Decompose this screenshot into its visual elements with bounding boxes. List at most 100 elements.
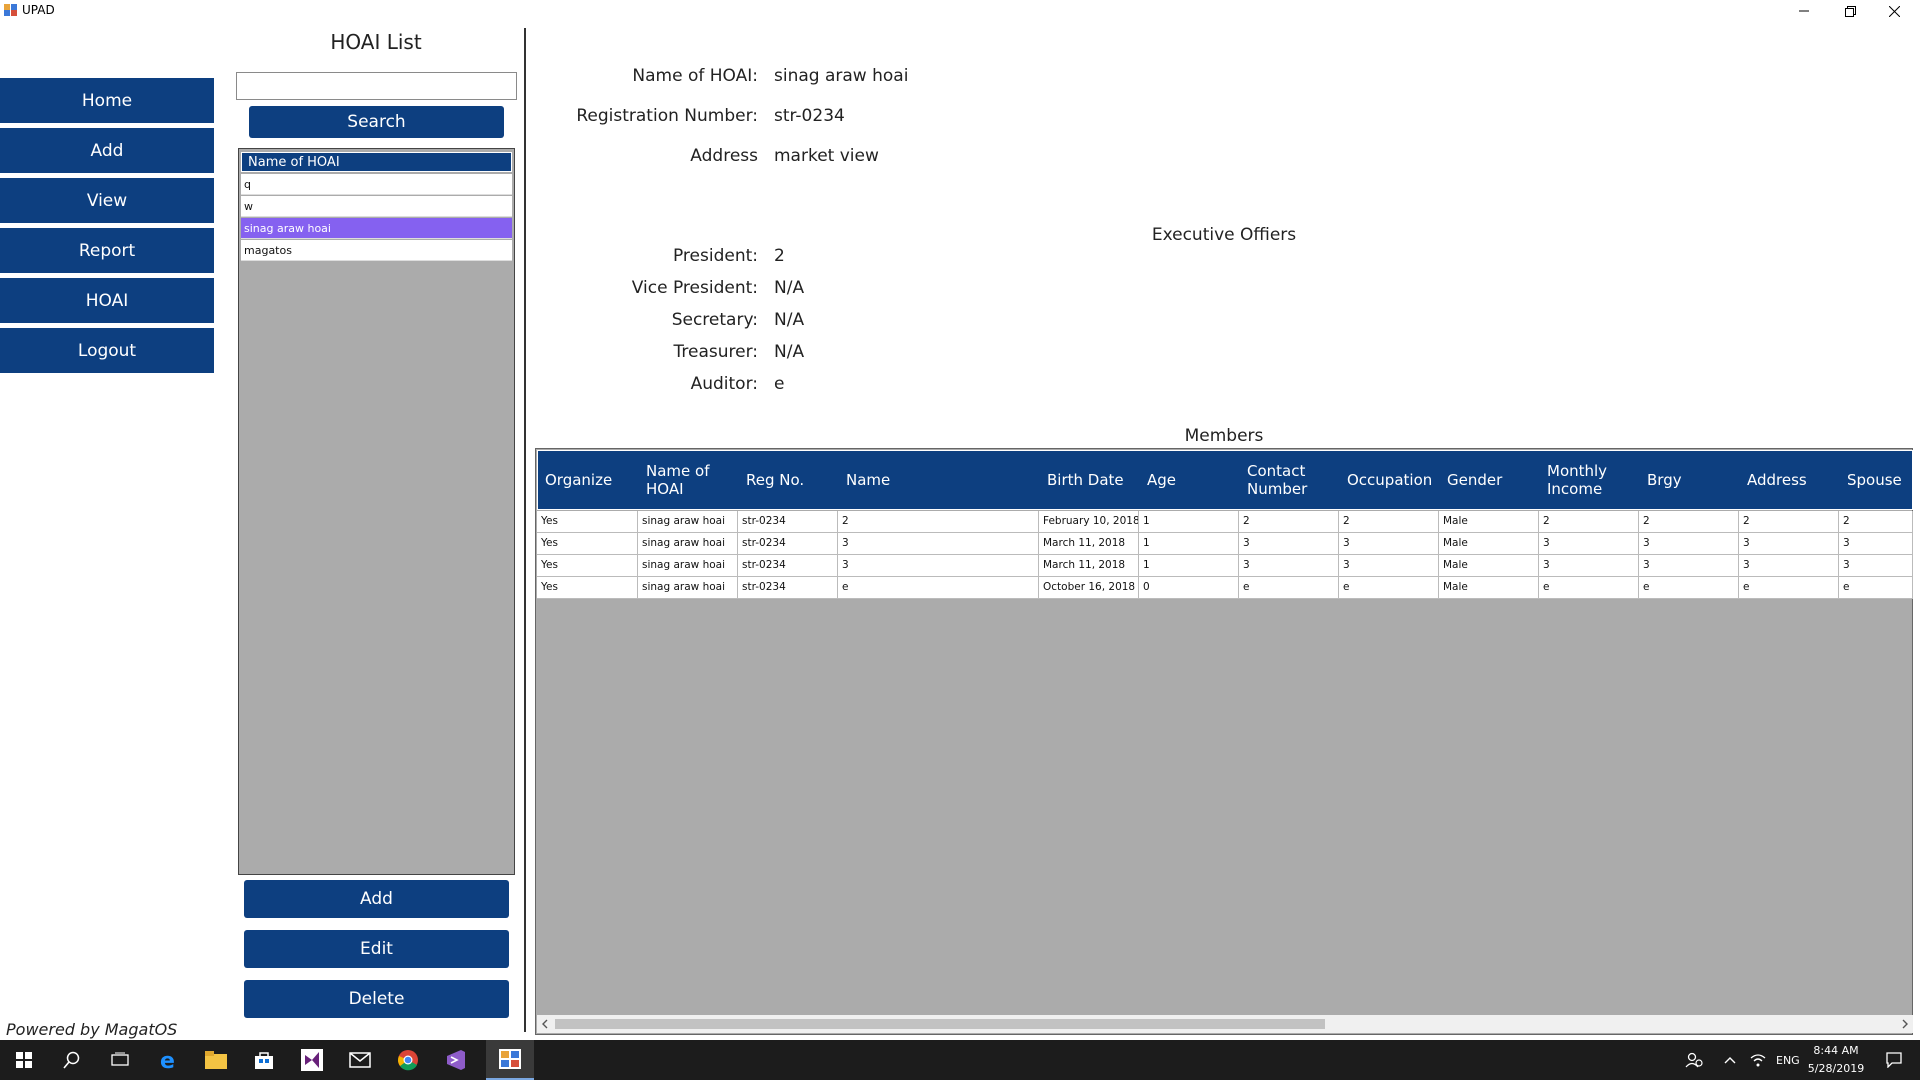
table-cell[interactable]: 2 xyxy=(1739,511,1839,532)
table-cell[interactable]: 3 xyxy=(1739,533,1839,554)
start-button[interactable] xyxy=(0,1040,48,1080)
table-cell[interactable]: 3 xyxy=(1739,555,1839,576)
table-cell[interactable]: 3 xyxy=(1339,555,1439,576)
table-cell[interactable]: 3 xyxy=(1639,533,1739,554)
column-header[interactable]: Contact Number xyxy=(1240,451,1340,509)
table-cell[interactable]: 1 xyxy=(1139,555,1239,576)
search-button[interactable]: Search xyxy=(249,106,504,138)
nav-home-button[interactable]: Home xyxy=(0,78,214,123)
restore-button[interactable] xyxy=(1828,0,1872,22)
table-row[interactable]: Yes sinag araw hoai str-0234 2 February 10, … xyxy=(537,511,1913,533)
table-cell[interactable]: sinag araw hoai xyxy=(638,555,738,576)
store-taskbar-button[interactable] xyxy=(240,1040,288,1080)
edge-taskbar-button[interactable]: e xyxy=(144,1040,192,1080)
nav-logout-button[interactable]: Logout xyxy=(0,328,214,373)
nav-view-button[interactable]: View xyxy=(0,178,214,223)
column-header[interactable]: Reg No. xyxy=(739,451,839,509)
table-cell[interactable]: Yes xyxy=(537,533,638,554)
edit-hoai-button[interactable]: Edit xyxy=(244,930,509,968)
scrollbar-thumb[interactable] xyxy=(555,1019,1325,1029)
horizontal-scrollbar[interactable] xyxy=(537,1015,1913,1033)
table-cell[interactable]: Male xyxy=(1439,577,1539,598)
show-hidden-icons-button[interactable] xyxy=(1716,1040,1744,1080)
table-cell[interactable]: e xyxy=(838,577,1039,598)
table-cell[interactable]: 3 xyxy=(838,555,1039,576)
column-header[interactable]: Occupation xyxy=(1340,451,1440,509)
mail-taskbar-button[interactable] xyxy=(336,1040,384,1080)
people-button[interactable] xyxy=(1672,1040,1716,1080)
visual-studio-taskbar-button[interactable] xyxy=(288,1040,336,1080)
table-cell[interactable]: Yes xyxy=(537,511,638,532)
table-cell[interactable]: str-0234 xyxy=(738,555,838,576)
table-cell[interactable]: Yes xyxy=(537,577,638,598)
task-view-button[interactable] xyxy=(96,1040,144,1080)
column-header[interactable]: Gender xyxy=(1440,451,1540,509)
table-cell[interactable]: 3 xyxy=(1639,555,1739,576)
delete-hoai-button[interactable]: Delete xyxy=(244,980,509,1018)
table-cell[interactable]: 2 xyxy=(1839,511,1913,532)
table-cell[interactable]: 3 xyxy=(838,533,1039,554)
search-taskbar-button[interactable] xyxy=(48,1040,96,1080)
table-cell[interactable]: e xyxy=(1639,577,1739,598)
close-button[interactable] xyxy=(1872,0,1916,22)
minimize-button[interactable] xyxy=(1782,0,1826,22)
column-header[interactable]: Name of HOAI xyxy=(639,451,739,509)
table-cell[interactable]: e xyxy=(1839,577,1913,598)
table-cell[interactable]: 2 xyxy=(1639,511,1739,532)
table-cell[interactable]: March 11, 2018 xyxy=(1039,533,1139,554)
table-cell[interactable]: sinag araw hoai xyxy=(638,511,738,532)
table-cell[interactable]: str-0234 xyxy=(738,533,838,554)
table-cell[interactable]: March 11, 2018 xyxy=(1039,555,1139,576)
members-grid[interactable]: Organize Name of HOAI Reg No. Name Birth Dat… xyxy=(535,448,1913,1035)
column-header[interactable]: Address xyxy=(1740,451,1840,509)
column-header[interactable]: Age xyxy=(1140,451,1240,509)
language-indicator[interactable]: ENG xyxy=(1776,1054,1800,1067)
hoai-list-header[interactable]: Name of HOAI xyxy=(241,152,512,172)
table-cell[interactable]: 3 xyxy=(1839,533,1913,554)
table-cell[interactable]: Male xyxy=(1439,511,1539,532)
table-cell[interactable]: Male xyxy=(1439,533,1539,554)
column-header[interactable]: Brgy xyxy=(1640,451,1740,509)
table-cell[interactable]: 3 xyxy=(1539,555,1639,576)
list-item[interactable]: q xyxy=(241,174,512,195)
column-header[interactable]: Birth Date xyxy=(1040,451,1140,509)
table-cell[interactable]: e xyxy=(1739,577,1839,598)
vs-code-taskbar-button[interactable] xyxy=(432,1040,480,1080)
table-cell[interactable]: 3 xyxy=(1339,533,1439,554)
upad-taskbar-button[interactable] xyxy=(486,1040,534,1080)
table-row[interactable]: Yes sinag araw hoai str-0234 3 March 11, 201… xyxy=(537,555,1913,577)
table-cell[interactable]: 0 xyxy=(1139,577,1239,598)
table-cell[interactable]: 1 xyxy=(1139,533,1239,554)
table-cell[interactable]: Yes xyxy=(537,555,638,576)
list-item-selected[interactable]: sinag araw hoai xyxy=(241,218,512,239)
nav-add-button[interactable]: Add xyxy=(0,128,214,173)
column-header[interactable]: Monthly Income xyxy=(1540,451,1640,509)
table-cell[interactable]: October 16, 2018 xyxy=(1039,577,1139,598)
table-cell[interactable]: sinag araw hoai xyxy=(638,577,738,598)
table-cell[interactable]: str-0234 xyxy=(738,577,838,598)
list-item[interactable]: magatos xyxy=(241,240,512,261)
table-cell[interactable]: e xyxy=(1239,577,1339,598)
table-cell[interactable]: 3 xyxy=(1839,555,1913,576)
table-cell[interactable]: Male xyxy=(1439,555,1539,576)
clock-time[interactable]: 8:44 AM xyxy=(1806,1044,1866,1057)
network-button[interactable] xyxy=(1744,1040,1772,1080)
table-cell[interactable]: 3 xyxy=(1539,533,1639,554)
scroll-left-icon[interactable] xyxy=(541,1019,549,1029)
table-cell[interactable]: 2 xyxy=(1239,511,1339,532)
table-row[interactable]: Yes sinag araw hoai str-0234 3 March 11, 201… xyxy=(537,533,1913,555)
chrome-taskbar-button[interactable] xyxy=(384,1040,432,1080)
table-cell[interactable]: sinag araw hoai xyxy=(638,533,738,554)
table-cell[interactable]: 2 xyxy=(1339,511,1439,532)
search-input[interactable] xyxy=(236,72,517,100)
file-explorer-taskbar-button[interactable] xyxy=(192,1040,240,1080)
scroll-right-icon[interactable] xyxy=(1901,1019,1909,1029)
nav-hoai-button[interactable]: HOAI xyxy=(0,278,214,323)
table-cell[interactable]: e xyxy=(1339,577,1439,598)
column-header[interactable]: Organize xyxy=(538,451,639,509)
table-cell[interactable]: 3 xyxy=(1239,533,1339,554)
table-cell[interactable]: e xyxy=(1539,577,1639,598)
clock-date[interactable]: 5/28/2019 xyxy=(1806,1062,1866,1075)
table-cell[interactable]: February 10, 2018 xyxy=(1039,511,1139,532)
add-hoai-button[interactable]: Add xyxy=(244,880,509,918)
